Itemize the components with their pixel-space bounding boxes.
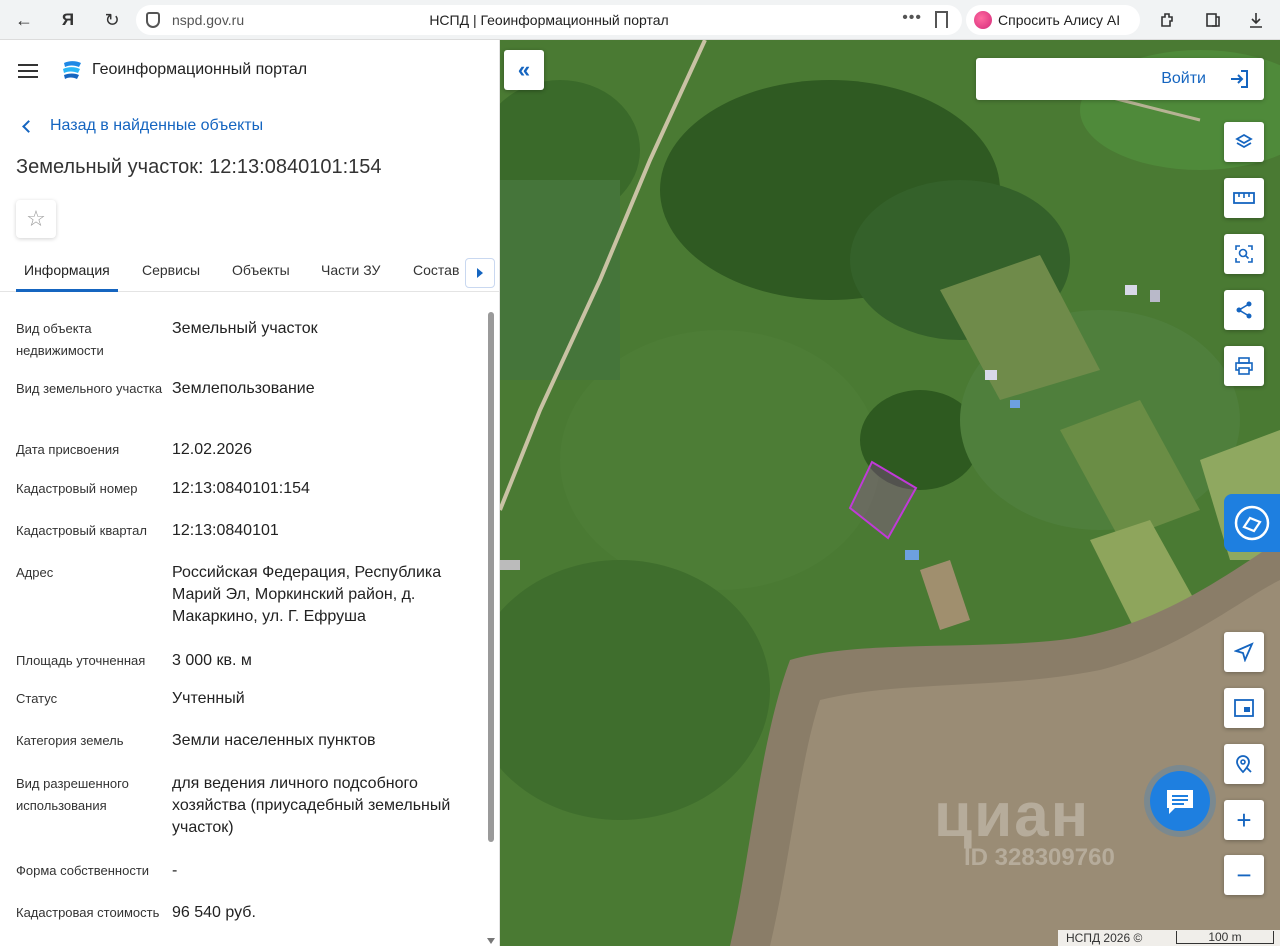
property-value: для ведения личного подсобного хозяйства… bbox=[172, 775, 451, 836]
tab-objects[interactable]: Объекты bbox=[232, 262, 290, 278]
navigation-arrow-icon bbox=[1234, 642, 1254, 662]
address-bar[interactable]: nspd.gov.ru НСПД | Геоинформационный пор… bbox=[136, 5, 962, 35]
tab-title: НСПД | Геоинформационный портал bbox=[429, 12, 669, 28]
printer-icon bbox=[1235, 357, 1253, 375]
alice-icon bbox=[974, 11, 992, 29]
property-label: Адрес bbox=[16, 565, 54, 580]
favorite-star-icon[interactable]: ☆ bbox=[16, 200, 56, 238]
property-value: 96 540 руб. bbox=[172, 904, 256, 921]
layers-button[interactable] bbox=[1224, 122, 1264, 162]
property-value: 3 000 кв. м bbox=[172, 652, 252, 669]
property-label: Категория земель bbox=[16, 733, 124, 748]
measure-button[interactable] bbox=[1224, 178, 1264, 218]
tab-information[interactable]: Информация bbox=[24, 262, 110, 278]
property-value: Землепользование bbox=[172, 380, 315, 397]
map-view[interactable]: « Войти + − циан ID 328309760 НСПД 2026 bbox=[500, 40, 1280, 946]
scrollbar[interactable] bbox=[486, 308, 496, 944]
property-value: 12:13:0840101 bbox=[172, 522, 279, 539]
property-label: Кадастровый номер bbox=[16, 481, 138, 496]
page-title: Земельный участок: 12:13:0840101:154 bbox=[16, 156, 382, 178]
portal-logo-icon bbox=[63, 61, 81, 79]
minimap-button[interactable] bbox=[1224, 688, 1264, 728]
watermark-id: ID 328309760 bbox=[964, 844, 1115, 871]
search-location-button[interactable] bbox=[1224, 744, 1264, 784]
print-button[interactable] bbox=[1224, 346, 1264, 386]
login-arrow-icon bbox=[1231, 70, 1248, 88]
bookmark-icon[interactable] bbox=[935, 11, 948, 28]
locate-button[interactable] bbox=[1224, 632, 1264, 672]
property-label: Кадастровая стоимость bbox=[16, 905, 160, 920]
property-value: 12.02.2026 bbox=[172, 441, 253, 458]
property-label: Вид разрешенного использования bbox=[16, 776, 129, 813]
area-search-icon bbox=[1235, 245, 1253, 263]
property-label: Вид объекта недвижимости bbox=[16, 321, 104, 358]
watermark-logo: циан bbox=[934, 781, 1091, 850]
scale-bar: 100 m bbox=[1176, 931, 1274, 944]
chevron-left-icon bbox=[22, 119, 35, 133]
extensions-icon[interactable] bbox=[1152, 4, 1184, 36]
alice-label: Спросить Алису AI bbox=[998, 12, 1121, 28]
property-value: - bbox=[172, 862, 178, 879]
property-value: Учтенный bbox=[172, 690, 245, 707]
alice-button[interactable]: Спросить Алису AI bbox=[966, 5, 1140, 35]
scrollbar-thumb[interactable] bbox=[488, 312, 494, 842]
yandex-icon[interactable]: Я bbox=[52, 4, 84, 36]
browser-toolbar: ← Я ↻ nspd.gov.ru НСПД | Геоинформационн… bbox=[0, 0, 1280, 40]
tab-parts[interactable]: Части ЗУ bbox=[321, 262, 380, 278]
ruler-icon bbox=[1233, 192, 1255, 204]
property-label: Дата присвоения bbox=[16, 442, 120, 457]
zoom-in-button[interactable]: + bbox=[1224, 800, 1264, 840]
caret-right-icon bbox=[477, 268, 483, 278]
more-icon[interactable]: ••• bbox=[902, 9, 922, 27]
map-footer: НСПД 2026 © 100 m bbox=[1058, 930, 1280, 946]
copyright-text: НСПД 2026 © bbox=[1066, 931, 1143, 945]
location-search-icon bbox=[1236, 755, 1252, 774]
menu-icon[interactable] bbox=[18, 64, 38, 78]
chat-button[interactable] bbox=[1150, 771, 1210, 831]
property-label: Форма собственности bbox=[16, 863, 150, 878]
area-select-button[interactable] bbox=[1224, 234, 1264, 274]
back-link-label: Назад в найденные объекты bbox=[50, 117, 264, 134]
info-panel: Геоинформационный портал Назад в найденн… bbox=[0, 40, 500, 946]
feedback-side-tab[interactable] bbox=[1224, 494, 1280, 552]
active-tab-indicator bbox=[16, 289, 118, 292]
property-label: Площадь уточненная bbox=[16, 653, 146, 668]
back-arrow-icon[interactable]: ← bbox=[8, 4, 40, 36]
back-to-results-link[interactable]: Назад в найденные объекты bbox=[20, 117, 263, 135]
layers-icon bbox=[1235, 133, 1253, 149]
app-title: Геоинформационный портал bbox=[92, 61, 308, 78]
tab-bar: Информация Сервисы Объекты Части ЗУ Сост… bbox=[0, 252, 499, 292]
zoom-out-button[interactable]: − bbox=[1224, 855, 1264, 895]
document-icon bbox=[1234, 505, 1270, 541]
property-value: Земельный участок bbox=[172, 320, 318, 337]
reload-icon[interactable]: ↻ bbox=[96, 4, 128, 36]
tab-services[interactable]: Сервисы bbox=[142, 262, 200, 278]
share-button[interactable] bbox=[1224, 290, 1264, 330]
download-icon[interactable] bbox=[1240, 4, 1272, 36]
login-button[interactable]: Войти bbox=[976, 58, 1264, 100]
tabs-scroll-right-button[interactable] bbox=[465, 258, 495, 288]
property-label: Вид земельного участка bbox=[16, 381, 163, 396]
chat-bubble-icon bbox=[1167, 790, 1193, 814]
picture-in-picture-icon bbox=[1234, 699, 1254, 717]
property-label: Статус bbox=[16, 691, 58, 706]
collections-icon[interactable] bbox=[1197, 4, 1229, 36]
login-label: Войти bbox=[1161, 70, 1206, 87]
tab-composition[interactable]: Состав bbox=[413, 262, 459, 278]
property-value: Российская Федерация, Республика Марий Э… bbox=[172, 564, 442, 625]
collapse-panel-button[interactable]: « bbox=[504, 50, 544, 90]
property-value: 12:13:0840101:154 bbox=[172, 480, 310, 497]
share-icon bbox=[1236, 301, 1252, 319]
property-value: Земли населенных пунктов bbox=[172, 732, 376, 749]
scroll-down-arrow-icon[interactable] bbox=[487, 938, 495, 944]
property-label: Кадастровый квартал bbox=[16, 523, 147, 538]
